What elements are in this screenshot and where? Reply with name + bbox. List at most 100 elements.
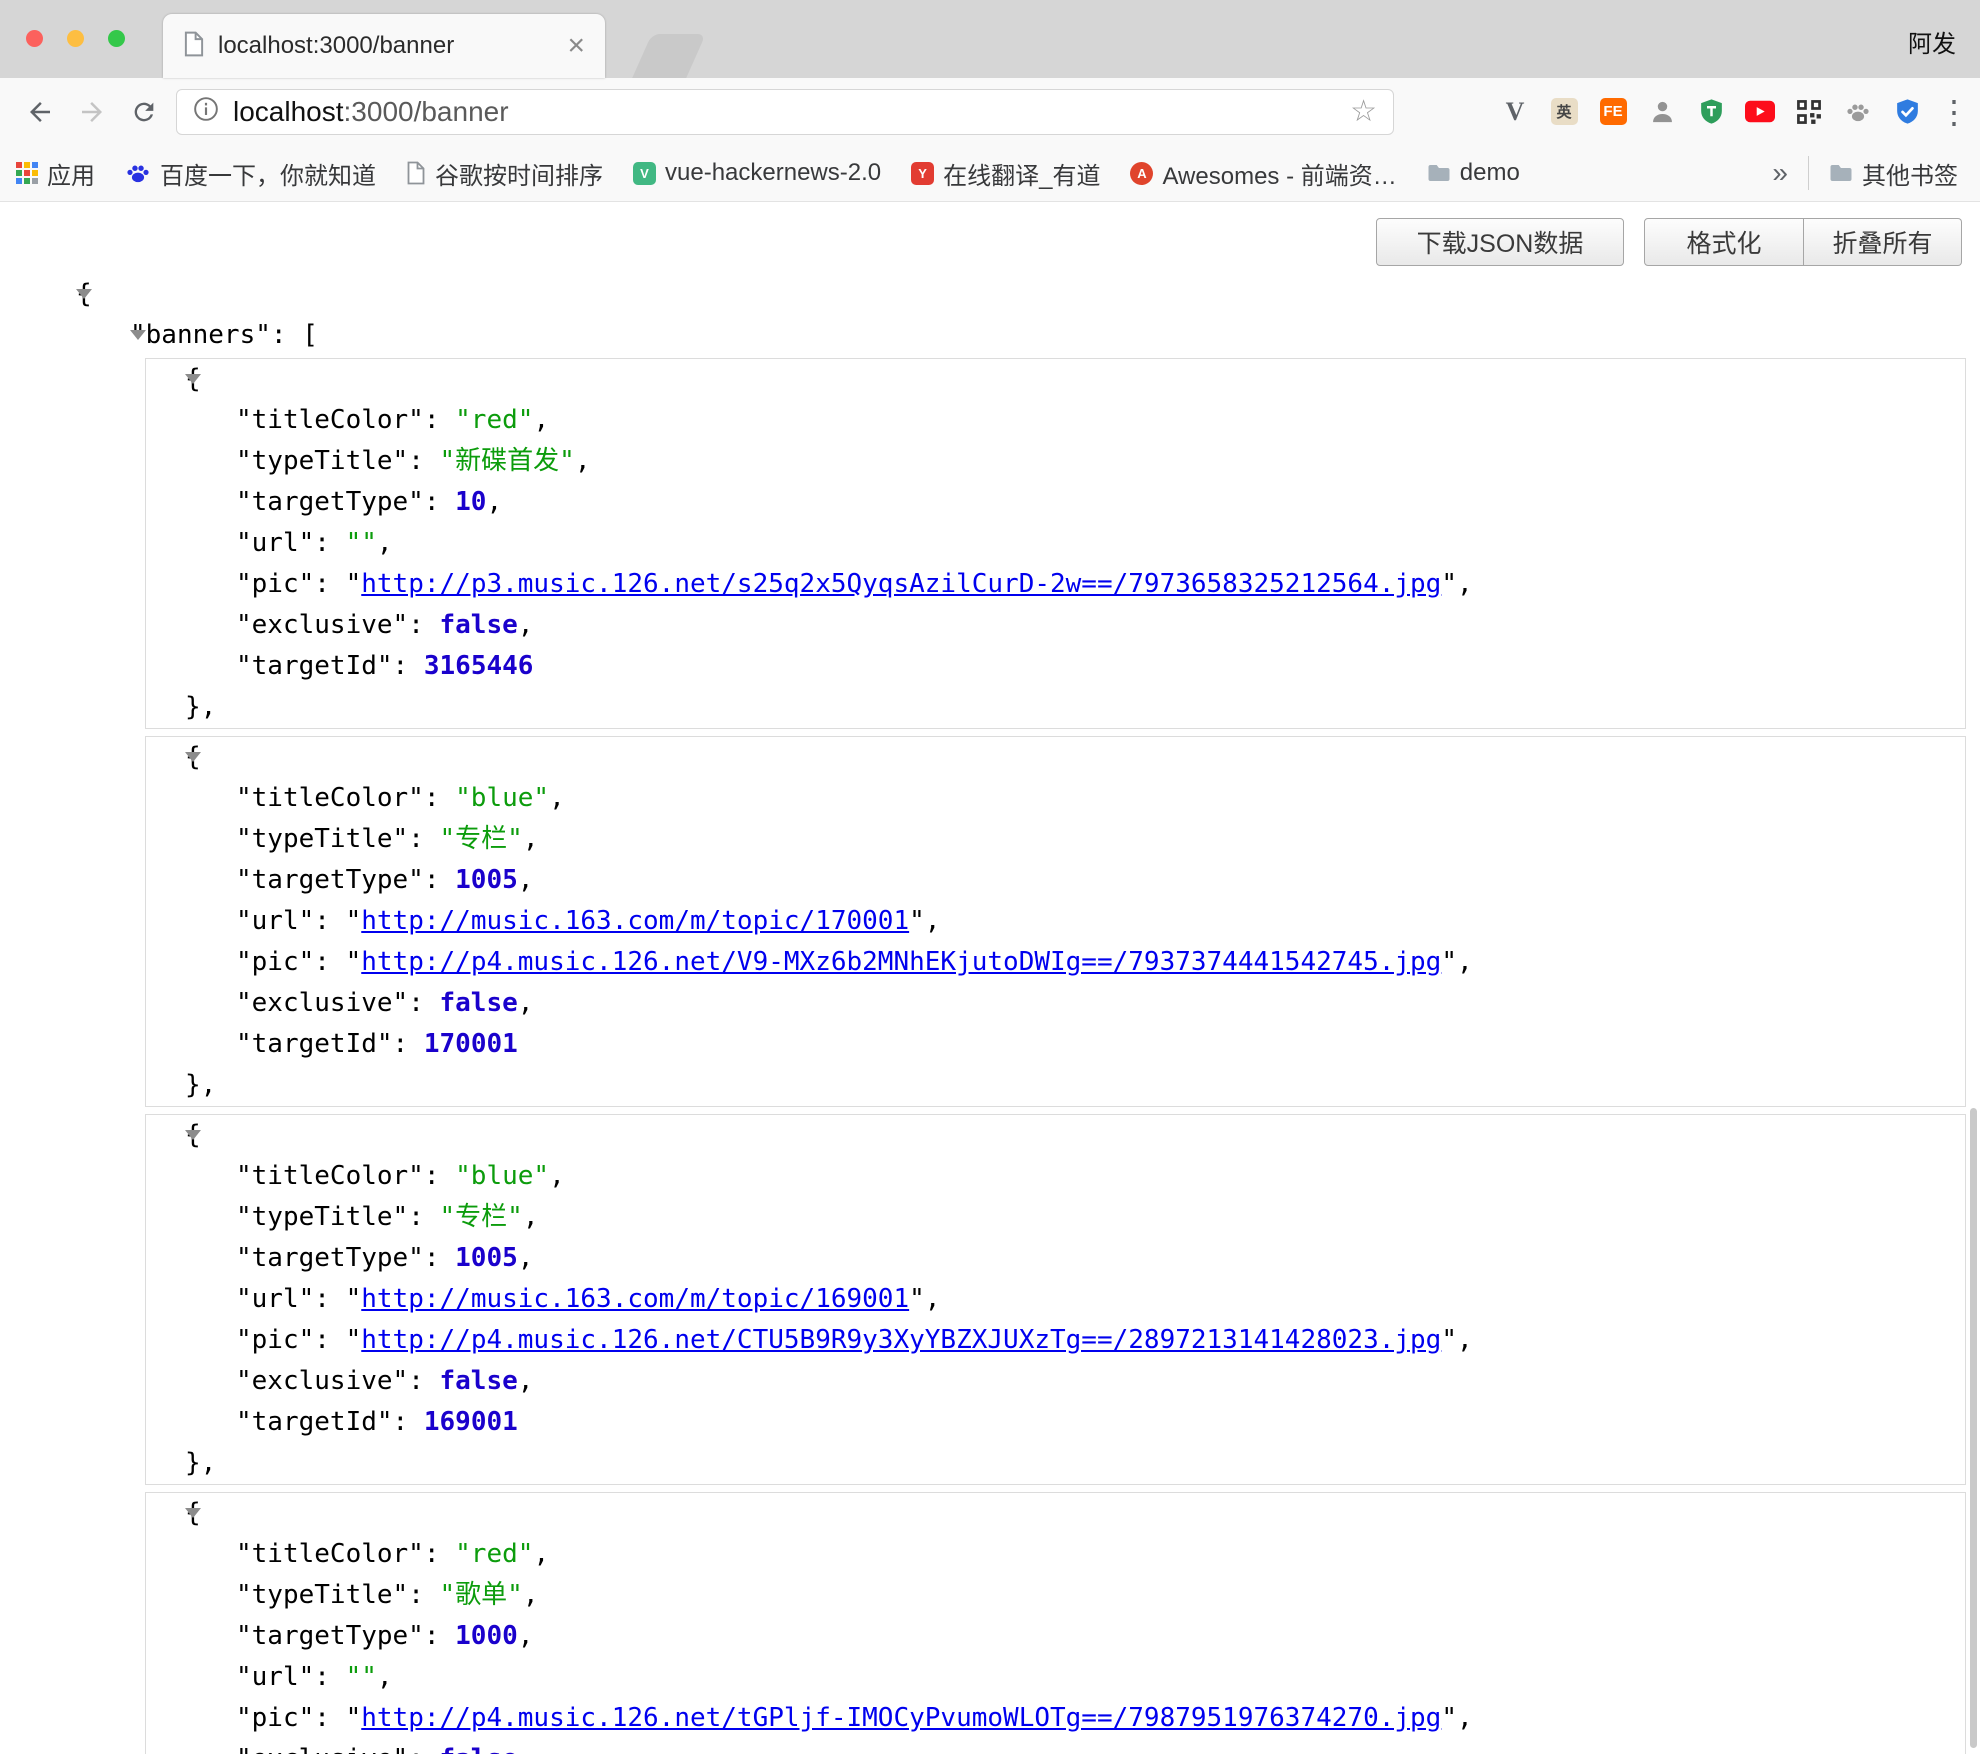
browser-window: localhost:3000/banner × 阿发 localhost:300… <box>0 0 1980 1754</box>
reload-button[interactable] <box>118 98 170 126</box>
bookmark-item[interactable]: 百度一下，你就知道 <box>125 156 376 191</box>
json-field-line: "exclusive": false, <box>146 1361 1965 1402</box>
back-button[interactable] <box>14 97 66 127</box>
bookmark-item[interactable]: AAwesomes - 前端资… <box>1130 156 1396 191</box>
json-bool-value: false <box>440 610 518 640</box>
minimize-window-button[interactable] <box>67 30 84 47</box>
json-key: "banners" <box>130 320 271 350</box>
json-number-value: 1005 <box>455 1243 518 1273</box>
collapse-triangle-icon[interactable] <box>185 374 201 384</box>
address-bar[interactable]: localhost:3000/banner ☆ <box>176 89 1394 135</box>
json-key: "exclusive" <box>236 1366 408 1396</box>
json-url-link[interactable]: http://p4.music.126.net/V9-MXz6b2MNhEKju… <box>361 947 1441 977</box>
new-tab-button[interactable] <box>632 34 706 78</box>
site-info-icon[interactable] <box>193 96 219 127</box>
json-key: "typeTitle" <box>236 1580 408 1610</box>
json-key: "targetType" <box>236 1243 424 1273</box>
browser-tab[interactable]: localhost:3000/banner × <box>163 14 605 78</box>
json-field-line: "titleColor": "red", <box>146 1534 1965 1575</box>
zoom-window-button[interactable] <box>108 30 125 47</box>
json-number-value: 3165446 <box>424 651 534 681</box>
json-key: "exclusive" <box>236 988 408 1018</box>
json-number-value: 1000 <box>455 1621 518 1651</box>
collapse-triangle-icon[interactable] <box>185 1508 201 1518</box>
json-string-value: "专栏" <box>440 824 523 854</box>
json-object-box: {"titleColor": "red","typeTitle": "歌单","… <box>145 1492 1966 1754</box>
scrollbar-thumb[interactable] <box>1970 1108 1977 1748</box>
json-url-link[interactable]: http://p4.music.126.net/CTU5B9R9y3XyYBZX… <box>361 1325 1441 1355</box>
qrcode-icon[interactable] <box>1794 97 1824 127</box>
json-key: "pic" <box>236 947 314 977</box>
json-key: "url" <box>236 1662 314 1692</box>
format-button[interactable]: 格式化 <box>1644 218 1804 266</box>
shield-t-icon[interactable] <box>1696 97 1726 127</box>
json-url-link[interactable]: http://music.163.com/m/topic/170001 <box>361 906 909 936</box>
octotree-icon[interactable] <box>1647 97 1677 127</box>
json-field-line: "exclusive": false, <box>146 605 1965 646</box>
vimium-icon[interactable]: V <box>1500 97 1530 127</box>
json-url-link[interactable]: http://p3.music.126.net/s25q2x5QyqsAzilC… <box>361 569 1441 599</box>
json-key: "targetId" <box>236 651 393 681</box>
json-key: "targetId" <box>236 1029 393 1059</box>
youdao-icon: Y <box>911 162 934 185</box>
json-key: "targetType" <box>236 1621 424 1651</box>
json-key: "targetId" <box>236 1407 393 1437</box>
close-window-button[interactable] <box>26 30 43 47</box>
json-field-line: "typeTitle": "专栏", <box>146 1197 1965 1238</box>
json-field-line: "targetType": 1000, <box>146 1616 1965 1657</box>
json-field-line: "targetType": 1005, <box>146 1238 1965 1279</box>
json-field-line: "pic": "http://p4.music.126.net/tGPljf-I… <box>146 1698 1965 1739</box>
page-content: 下载JSON数据 格式化 折叠所有 { "banners": [ {"title… <box>0 202 1980 1754</box>
json-key: "titleColor" <box>236 783 424 813</box>
bookmark-label: vue-hackernews-2.0 <box>665 159 881 187</box>
json-key: "pic" <box>236 1703 314 1733</box>
bookmarks-overflow-chevron-icon[interactable]: » <box>1772 157 1788 189</box>
other-bookmarks-folder[interactable]: 其他书签 <box>1829 156 1958 191</box>
json-field-line: "titleColor": "blue", <box>146 1156 1965 1197</box>
json-object-box: {"titleColor": "blue","typeTitle": "专栏",… <box>145 1114 1966 1485</box>
format-collapse-segment: 格式化 折叠所有 <box>1644 218 1962 266</box>
page-icon <box>406 161 426 185</box>
json-items: {"titleColor": "red","typeTitle": "新碟首发"… <box>0 358 1980 1754</box>
tab-close-icon[interactable]: × <box>567 31 585 61</box>
json-key: "titleColor" <box>236 1161 424 1191</box>
json-field-line: "url": "http://music.163.com/m/topic/169… <box>146 1279 1965 1320</box>
json-viewer-toolbar: 下载JSON数据 格式化 折叠所有 <box>0 202 1980 266</box>
paw-icon[interactable] <box>1843 97 1873 127</box>
json-object-close-line: }, <box>146 1065 1965 1106</box>
vue-icon: V <box>633 162 656 185</box>
json-url-link[interactable]: http://p4.music.126.net/tGPljf-IMOCyPvum… <box>361 1703 1441 1733</box>
json-object-open-line: { <box>146 1493 1965 1534</box>
translate-icon[interactable]: 英 <box>1549 97 1579 127</box>
bookmark-item[interactable]: Vvue-hackernews-2.0 <box>633 159 881 187</box>
chrome-menu-icon[interactable]: ⋮ <box>1938 93 1966 131</box>
page-favicon-icon <box>183 31 205 62</box>
collapse-triangle-icon[interactable] <box>130 330 146 340</box>
json-key: "exclusive" <box>236 1744 408 1754</box>
bookmark-item[interactable]: 谷歌按时间排序 <box>406 156 603 191</box>
json-object-open-line: { <box>146 737 1965 778</box>
bookmarks-list: 应用 百度一下，你就知道谷歌按时间排序 Vvue-hackernews-2.0 Y在线… <box>16 156 1550 191</box>
collapse-triangle-icon[interactable] <box>185 752 201 762</box>
download-json-button[interactable]: 下载JSON数据 <box>1376 218 1624 266</box>
collapse-triangle-icon[interactable] <box>76 289 92 299</box>
url-host: localhost <box>233 96 344 127</box>
fe-icon[interactable]: FE <box>1598 97 1628 127</box>
shield-check-icon[interactable] <box>1892 97 1922 127</box>
json-number-value: 1005 <box>455 865 518 895</box>
bookmark-label: 百度一下，你就知道 <box>160 156 376 191</box>
bookmark-item[interactable]: Y在线翻译_有道 <box>911 156 1100 191</box>
json-string-value: "专栏" <box>440 1202 523 1232</box>
collapse-all-button[interactable]: 折叠所有 <box>1804 218 1962 266</box>
json-url-link[interactable]: http://music.163.com/m/topic/169001 <box>361 1284 909 1314</box>
bookmark-item[interactable]: demo <box>1427 159 1520 187</box>
forward-button[interactable] <box>66 97 118 127</box>
collapse-triangle-icon[interactable] <box>185 1130 201 1140</box>
bookmark-item[interactable]: 应用 <box>16 156 95 191</box>
extension-icons: V英 FE <box>1500 97 1922 127</box>
bookmark-star-icon[interactable]: ☆ <box>1350 94 1377 129</box>
youtube-icon[interactable] <box>1745 97 1775 127</box>
profile-name[interactable]: 阿发 <box>1908 24 1956 59</box>
json-key: "typeTitle" <box>236 1202 408 1232</box>
json-string-value: "red" <box>455 405 533 435</box>
